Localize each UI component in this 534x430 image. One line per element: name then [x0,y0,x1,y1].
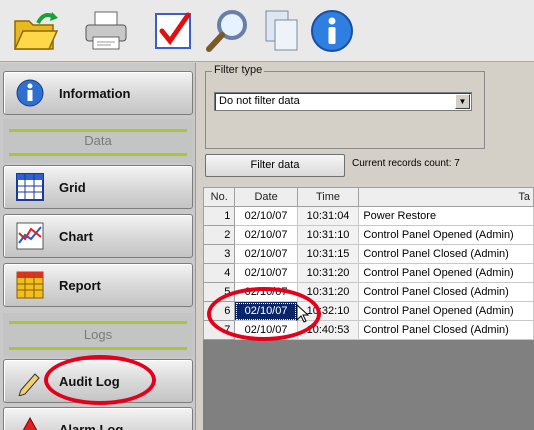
table-row[interactable]: 7 02/10/07 10:40:53 Control Panel Closed (A… [203,320,534,340]
chart-icon [13,219,47,253]
tag-cell[interactable]: Control Panel Closed (Admin) [358,320,534,340]
filter-type-group: Filter type Do not filter data ▼ [205,64,485,149]
table-row[interactable]: 6 02/10/07 10:32:10 Control Panel Opened (A… [203,301,534,321]
chevron-down-icon[interactable]: ▼ [455,94,470,109]
checkmark-icon [155,12,191,49]
grid-icon [13,170,47,204]
date-cell[interactable]: 02/10/07 [234,263,298,283]
section-logs: Logs [3,313,193,357]
filter-type-select[interactable]: Do not filter data ▼ [214,92,472,111]
application-window: Information Data Grid Chart Report Logs … [0,0,534,430]
time-cell[interactable]: 10:31:20 [296,282,360,302]
open-folder-button[interactable] [10,5,62,57]
row-number[interactable]: 6 [203,301,236,321]
pen-icon [13,364,47,398]
toolbar [0,0,534,62]
table-row[interactable]: 3 02/10/07 10:31:15 Control Panel Closed (A… [203,244,534,264]
sidebar: Information Data Grid Chart Report Logs … [0,63,196,430]
sidebar-item-label: Alarm Log [59,421,124,430]
time-cell[interactable]: 10:31:20 [296,263,360,283]
sidebar-item-report[interactable]: Report [3,263,193,307]
table-row[interactable]: 5 02/10/07 10:31:20 Control Panel Closed (A… [203,282,534,302]
copy-button[interactable] [256,5,308,57]
time-cell[interactable]: 10:31:04 [296,206,360,226]
section-title: Data [84,133,112,148]
date-cell[interactable]: 02/10/07 [234,301,298,321]
sidebar-item-label: Grid [59,179,86,195]
sidebar-item-alarm-log[interactable]: Alarm Log [3,407,193,430]
section-divider [9,321,187,324]
info-icon [13,76,47,110]
date-cell[interactable]: 02/10/07 [234,320,298,340]
sidebar-item-information[interactable]: Information [3,71,193,115]
filter-type-value: Do not filter data [219,95,300,107]
documents-icon [265,10,298,51]
section-data: Data [3,119,193,163]
check-button[interactable] [148,5,200,57]
date-cell[interactable]: 02/10/07 [234,206,298,226]
info-button[interactable] [306,5,358,57]
search-button[interactable] [202,5,254,57]
audit-log-table: No. Date Time Ta 1 02/10/07 10:31:04 Power … [203,187,534,430]
tag-cell[interactable]: Control Panel Opened (Admin) [358,301,534,321]
records-count: Current records count: 7 [352,158,460,169]
tag-cell[interactable]: Control Panel Opened (Admin) [358,263,534,283]
date-cell[interactable]: 02/10/07 [234,225,298,245]
section-title: Logs [83,327,113,342]
printer-icon [85,11,127,50]
info-icon [311,10,353,52]
row-number[interactable]: 1 [203,206,236,226]
row-number[interactable]: 5 [203,282,236,302]
row-number[interactable]: 3 [203,244,236,264]
sidebar-item-audit-log[interactable]: Audit Log [3,359,193,403]
date-cell[interactable]: 02/10/07 [234,282,298,302]
table-row[interactable]: 2 02/10/07 10:31:10 Control Panel Opened (A… [203,225,534,245]
column-header-tag[interactable]: Ta [358,187,534,207]
column-header-no[interactable]: No. [203,187,236,207]
section-divider [9,129,187,132]
folder-open-icon [13,12,59,50]
time-cell[interactable]: 10:31:10 [296,225,360,245]
section-divider [9,153,187,156]
section-divider [9,347,187,350]
time-cell[interactable]: 10:31:15 [296,244,360,264]
column-header-time[interactable]: Time [296,187,360,207]
tag-cell[interactable]: Control Panel Closed (Admin) [358,282,534,302]
mouse-cursor-icon [296,304,310,323]
tag-cell[interactable]: Control Panel Opened (Admin) [358,225,534,245]
row-number[interactable]: 4 [203,263,236,283]
report-icon [13,268,47,302]
sidebar-item-grid[interactable]: Grid [3,165,193,209]
main-panel: Filter type Do not filter data ▼ Filter … [197,63,534,430]
alarm-icon [13,412,47,430]
tag-cell[interactable]: Power Restore [358,206,534,226]
column-header-date[interactable]: Date [234,187,298,207]
row-number[interactable]: 7 [203,320,236,340]
table-header-row: No. Date Time Ta [203,187,534,207]
filter-data-button[interactable]: Filter data [205,154,345,177]
table-row[interactable]: 4 02/10/07 10:31:20 Control Panel Opened (A… [203,263,534,283]
filter-type-label: Filter type [212,64,265,76]
sidebar-item-label: Audit Log [59,373,120,389]
sidebar-item-chart[interactable]: Chart [3,214,193,258]
date-cell[interactable]: 02/10/07 [234,244,298,264]
sidebar-item-label: Report [59,277,101,293]
row-number[interactable]: 2 [203,225,236,245]
tag-cell[interactable]: Control Panel Closed (Admin) [358,244,534,264]
table-row[interactable]: 1 02/10/07 10:31:04 Power Restore [203,206,534,226]
magnifier-icon [206,10,247,52]
print-button[interactable] [80,5,132,57]
sidebar-item-label: Information [59,85,131,101]
sidebar-item-label: Chart [59,228,93,244]
